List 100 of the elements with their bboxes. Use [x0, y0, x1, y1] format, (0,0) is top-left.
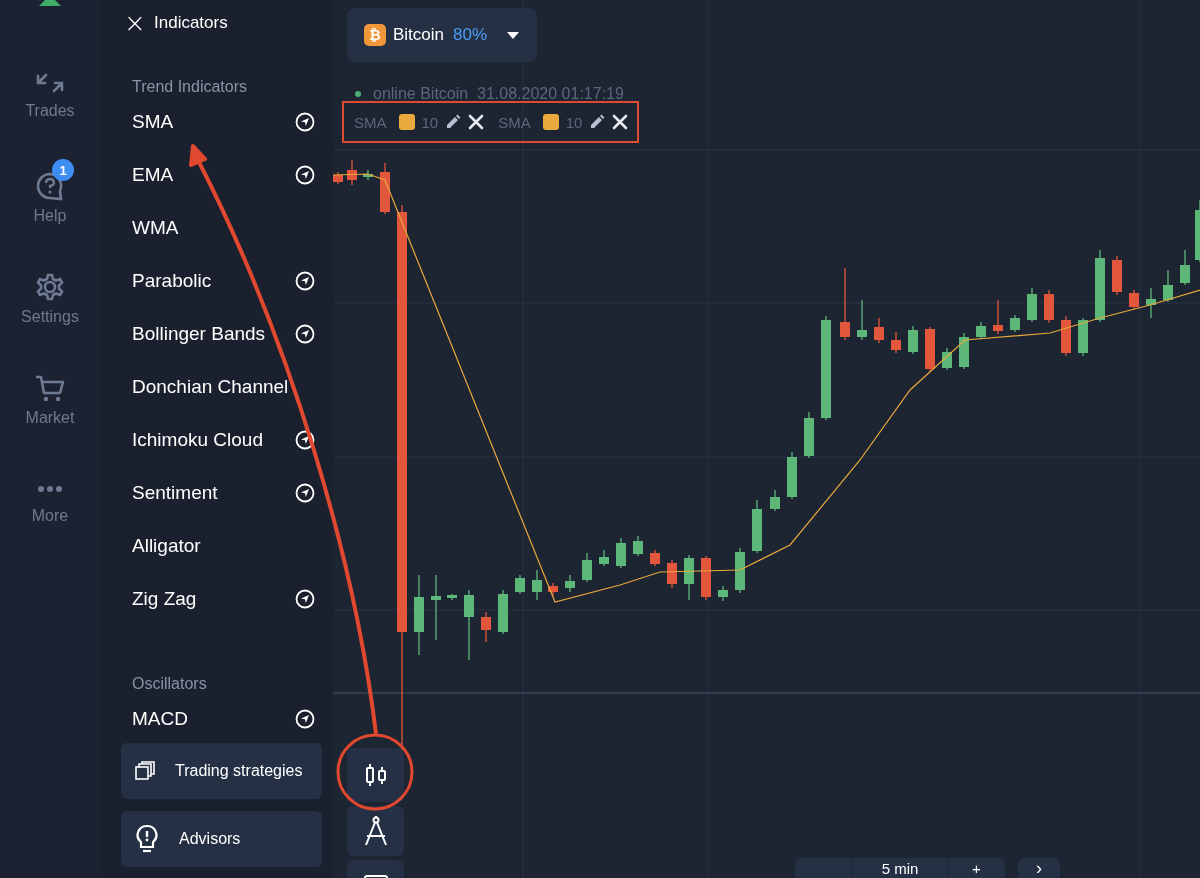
candle	[1010, 314, 1020, 333]
chart-tool-button[interactable]	[347, 806, 404, 856]
candle	[1112, 255, 1122, 296]
sidebar-label: Help	[33, 207, 67, 225]
notification-badge: 1	[52, 159, 74, 181]
candle	[701, 555, 711, 601]
section-heading: Oscillators	[132, 675, 207, 693]
chart-tool-button[interactable]	[347, 748, 404, 802]
candle	[447, 593, 457, 601]
edit-icon[interactable]	[445, 114, 462, 130]
candle	[787, 451, 797, 500]
candle	[804, 411, 814, 459]
candle	[908, 325, 918, 355]
color-swatch[interactable]	[542, 114, 559, 130]
panel-title: Indicators	[154, 13, 228, 33]
sidebar-item[interactable]: Trades	[0, 58, 100, 159]
candle	[1146, 287, 1156, 319]
candle	[380, 162, 390, 215]
stacked-squares-icon	[135, 761, 155, 781]
indicator-period: 10	[565, 113, 583, 131]
candle	[874, 317, 884, 344]
chart-tool-button[interactable]	[347, 860, 404, 878]
candle	[464, 589, 474, 661]
candle	[959, 332, 969, 370]
next-button[interactable]: ›	[1018, 858, 1060, 878]
candle	[363, 169, 373, 181]
indicator-item[interactable]: WMA	[132, 216, 179, 239]
candle	[431, 574, 441, 641]
sidebar-label: More	[31, 507, 69, 525]
candle	[548, 582, 558, 597]
candle	[333, 171, 343, 185]
close-button[interactable]: ×	[124, 10, 140, 36]
indicator-item[interactable]: EMA	[132, 163, 174, 186]
indicator-item[interactable]: SMA	[132, 110, 174, 133]
candle	[976, 321, 986, 340]
candle	[718, 585, 728, 602]
coin-icon: ₿	[364, 24, 386, 46]
indicator-item[interactable]: Donchian Channel	[132, 375, 289, 398]
candle	[1180, 249, 1190, 286]
lightbulb-icon	[135, 824, 159, 854]
candle	[498, 589, 508, 635]
candle	[532, 569, 542, 601]
edit-icon[interactable]	[589, 114, 606, 130]
sidebar-item[interactable]: Market	[0, 361, 100, 462]
candle	[565, 574, 575, 593]
indicator-item[interactable]: Parabolic	[132, 269, 212, 292]
candle	[667, 559, 677, 589]
candle	[650, 549, 660, 567]
indicator-item[interactable]: Alligator	[132, 534, 201, 557]
status-text: online Bitcoin 31.08.2020 01:17:19	[373, 85, 624, 103]
sidebar-label: Settings	[21, 308, 79, 326]
indicator-item[interactable]: Zig Zag	[132, 587, 197, 610]
candle	[993, 299, 1003, 335]
candle	[891, 331, 901, 354]
settings-icon	[35, 272, 65, 302]
more-icon	[37, 485, 63, 493]
remove-icon[interactable]	[468, 114, 485, 130]
candle	[1061, 315, 1071, 357]
compass-icon	[362, 815, 389, 847]
action-button[interactable]: Trading strategies	[121, 743, 322, 799]
indicator-item[interactable]: Bollinger Bands	[132, 322, 266, 345]
candle	[1163, 269, 1173, 303]
indicator-item[interactable]: MACD	[132, 707, 188, 730]
color-swatch[interactable]	[398, 114, 415, 130]
candle	[481, 611, 491, 643]
indicator-name: SMA	[354, 113, 387, 131]
candle	[857, 299, 867, 341]
indicator-item[interactable]: Ichimoku Cloud	[132, 428, 263, 451]
candle	[1195, 199, 1200, 263]
section-heading: Trend Indicators	[132, 78, 247, 96]
zoom-in-button[interactable]: +	[948, 858, 1004, 878]
candle	[942, 347, 952, 371]
candle	[925, 326, 935, 373]
action-button[interactable]: Advisors	[121, 811, 322, 867]
payout-percent: 80%	[453, 25, 488, 45]
caret-icon	[506, 30, 521, 40]
candle	[1129, 289, 1139, 310]
remove-icon[interactable]	[612, 114, 629, 130]
candle	[752, 499, 762, 554]
candle	[515, 574, 525, 595]
candle	[347, 159, 357, 186]
sidebar-item[interactable]: Help 1	[0, 159, 100, 260]
asset-selector[interactable]: ₿ Bitcoin 80%	[347, 8, 538, 62]
sidebar-item[interactable]: More	[0, 462, 100, 563]
sidebar-label: Trades	[25, 102, 75, 120]
candle	[1044, 289, 1054, 324]
candle	[599, 549, 609, 567]
indicator-name: SMA	[498, 113, 531, 131]
candlestick-icon	[364, 763, 387, 787]
candle	[1027, 287, 1037, 323]
indicator-item[interactable]: Sentiment	[132, 481, 218, 504]
sidebar-item[interactable]: Settings	[0, 260, 100, 361]
candle	[633, 535, 643, 557]
sidebar-label: Market	[25, 409, 75, 427]
cart-icon	[34, 373, 66, 403]
candle	[735, 547, 745, 594]
candle	[684, 554, 694, 601]
candle	[616, 537, 626, 569]
timeframe-button[interactable]: 5 min	[851, 858, 948, 878]
candle	[1078, 317, 1088, 357]
